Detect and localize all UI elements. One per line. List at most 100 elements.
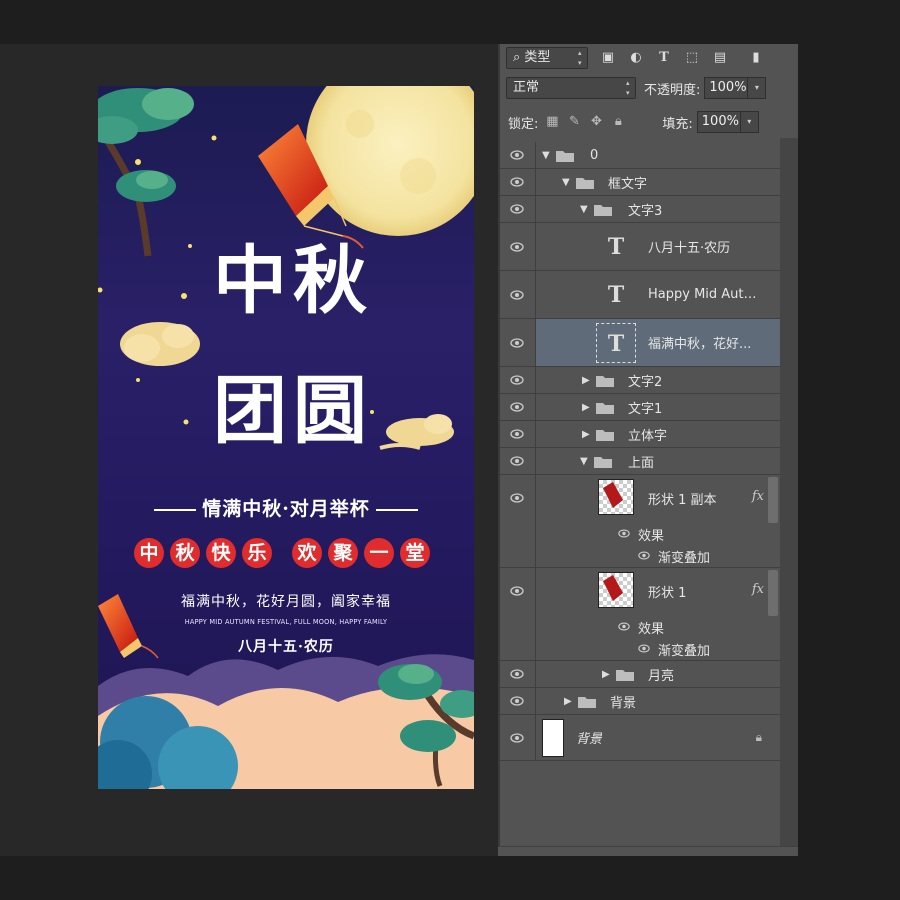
fx-icon[interactable]: fx [752,582,764,597]
effects-eye-icon[interactable] [618,529,630,538]
shape-filter-icon[interactable]: ⬚ [684,50,700,66]
layer-row[interactable]: T Happy Mid Autu... [500,271,780,319]
visibility-toggle[interactable] [500,196,536,222]
cloud-left [120,322,200,366]
layer-row[interactable]: 形状 1 fx 效果 渐变叠加 [500,568,780,661]
visibility-toggle[interactable] [500,448,536,474]
pine-tree-top-left [98,88,194,257]
lock-position-icon[interactable]: ✥ [588,114,604,130]
effects-eye-icon[interactable] [618,622,630,631]
expand-arrow-icon[interactable]: ▼ [580,456,588,467]
layer-row[interactable]: 背景 🔒︎ [500,715,780,761]
visibility-toggle[interactable] [500,142,536,168]
expand-arrow-icon[interactable]: ▼ [580,204,588,215]
collapse-arrow-icon[interactable]: ▶ [582,429,590,440]
smart-object-filter-icon[interactable]: ▤ [712,50,728,66]
eye-icon [510,586,524,596]
lantern-thumbnail-icon [603,575,623,601]
chip-group-1: 中 秋 快 乐 [134,538,272,568]
eye-icon [510,733,524,743]
layer-row[interactable]: ▶ 文字2 [500,367,780,394]
panel-scrollbar[interactable] [780,138,798,856]
opacity-field[interactable]: 100% [704,77,749,99]
eye-icon [510,493,524,503]
poster-canvas[interactable]: 中秋 团圆 情满中秋·对月举杯 中 秋 快 乐 欢 聚 一 堂 福满中秋，花好月… [98,86,474,789]
layer-row-selected[interactable]: T 福满中秋，花好... [500,319,780,367]
shape-layer-thumbnail [598,479,634,515]
layer-name: 背景 [576,732,603,747]
poster-line-cn: 福满中秋，花好月圆，阖家幸福 [181,594,391,610]
collapse-arrow-icon[interactable]: ▶ [582,375,590,386]
lock-transparency-icon[interactable]: ▦ [544,114,560,130]
layer-name: 八月十五·农历 [648,241,731,256]
visibility-toggle[interactable] [500,367,536,393]
fill-dropdown-button[interactable]: ▾ [740,111,759,133]
layer-row[interactable]: ▼ 文字3 [500,196,780,223]
visibility-toggle[interactable] [500,661,536,687]
effect-eye-icon[interactable] [638,551,650,560]
collapse-arrow-icon[interactable]: ▶ [602,669,610,680]
visibility-toggle[interactable] [500,475,536,567]
visibility-toggle[interactable] [500,271,536,318]
visibility-toggle[interactable] [500,394,536,420]
fx-icon[interactable]: fx [752,489,764,504]
folder-icon [594,457,612,468]
collapse-arrow-icon[interactable]: ▶ [564,696,572,707]
layer-row[interactable]: ▶ 立体字 [500,421,780,448]
folder-icon [594,205,612,216]
layer-name: 0 [590,147,599,163]
layer-name: 文字1 [628,401,663,417]
scroll-thumb[interactable] [768,570,778,616]
eye-icon [510,429,524,439]
expand-arrow-icon[interactable]: ▼ [542,150,550,161]
visibility-toggle[interactable] [500,421,536,447]
text-filter-icon[interactable]: T [656,50,672,66]
layer-row[interactable]: ▶ 文字1 [500,394,780,421]
shape-layer-thumbnail [598,572,634,608]
layer-row[interactable]: 形状 1 副本 fx 效果 渐变叠加 [500,475,780,568]
blend-opacity-bar: 正常 不透明度: 100% ▾ [500,72,798,104]
collapse-arrow-icon[interactable]: ▶ [582,402,590,413]
effect-gradient-overlay[interactable]: 渐变叠加 [658,547,710,566]
expand-arrow-icon[interactable]: ▼ [562,177,570,188]
effect-eye-icon[interactable] [638,644,650,653]
lock-pixels-icon[interactable]: ✎ [566,114,582,130]
layer-row[interactable]: ▶ 背景 [500,688,780,715]
layer-name: 文字3 [628,203,663,219]
opacity-label: 不透明度: [644,82,701,98]
eye-icon [510,669,524,679]
image-filter-icon[interactable]: ▣ [600,50,616,66]
eye-icon [510,402,524,412]
lock-all-icon[interactable]: 🔒︎ [610,114,626,130]
filter-toggle-icon[interactable]: ▮ [748,50,764,66]
eye-icon [510,696,524,706]
effect-gradient-overlay[interactable]: 渐变叠加 [658,640,710,659]
layer-row[interactable]: ▼ 0 [500,142,780,169]
layers-panel: ⌕ 类型 ▣ ◐ T ⬚ ▤ ▮ 正常 不透明度: 100% ▾ 锁定: ▦ ✎… [498,44,798,856]
text-layer-icon: T [596,323,636,363]
scroll-thumb[interactable] [768,477,778,523]
text-layer-icon: T [607,234,625,260]
layer-row[interactable]: T 八月十五·农历 [500,223,780,271]
layer-row[interactable]: ▶ 月亮 [500,661,780,688]
layer-row[interactable]: ▼ 上面 [500,448,780,475]
opacity-dropdown-button[interactable]: ▾ [748,77,767,99]
visibility-toggle[interactable] [500,319,536,366]
chip: 快 [206,538,236,568]
filter-type-select[interactable]: ⌕ 类型 [506,47,588,69]
layer-name: 框文字 [608,176,648,192]
adjustment-filter-icon[interactable]: ◐ [628,50,644,66]
filter-type-label: 类型 [524,50,551,65]
visibility-toggle[interactable] [500,169,536,195]
visibility-toggle[interactable] [500,223,536,270]
visibility-toggle[interactable] [500,715,536,760]
layer-row[interactable]: ▼ 框文字 [500,169,780,196]
folder-icon [578,697,596,708]
visibility-toggle[interactable] [500,568,536,660]
eye-icon [510,177,524,187]
blend-mode-select[interactable]: 正常 [506,77,636,99]
visibility-toggle[interactable] [500,688,536,714]
effects-label: 效果 [638,622,665,637]
fill-field[interactable]: 100% [696,111,741,133]
eye-icon [510,456,524,466]
